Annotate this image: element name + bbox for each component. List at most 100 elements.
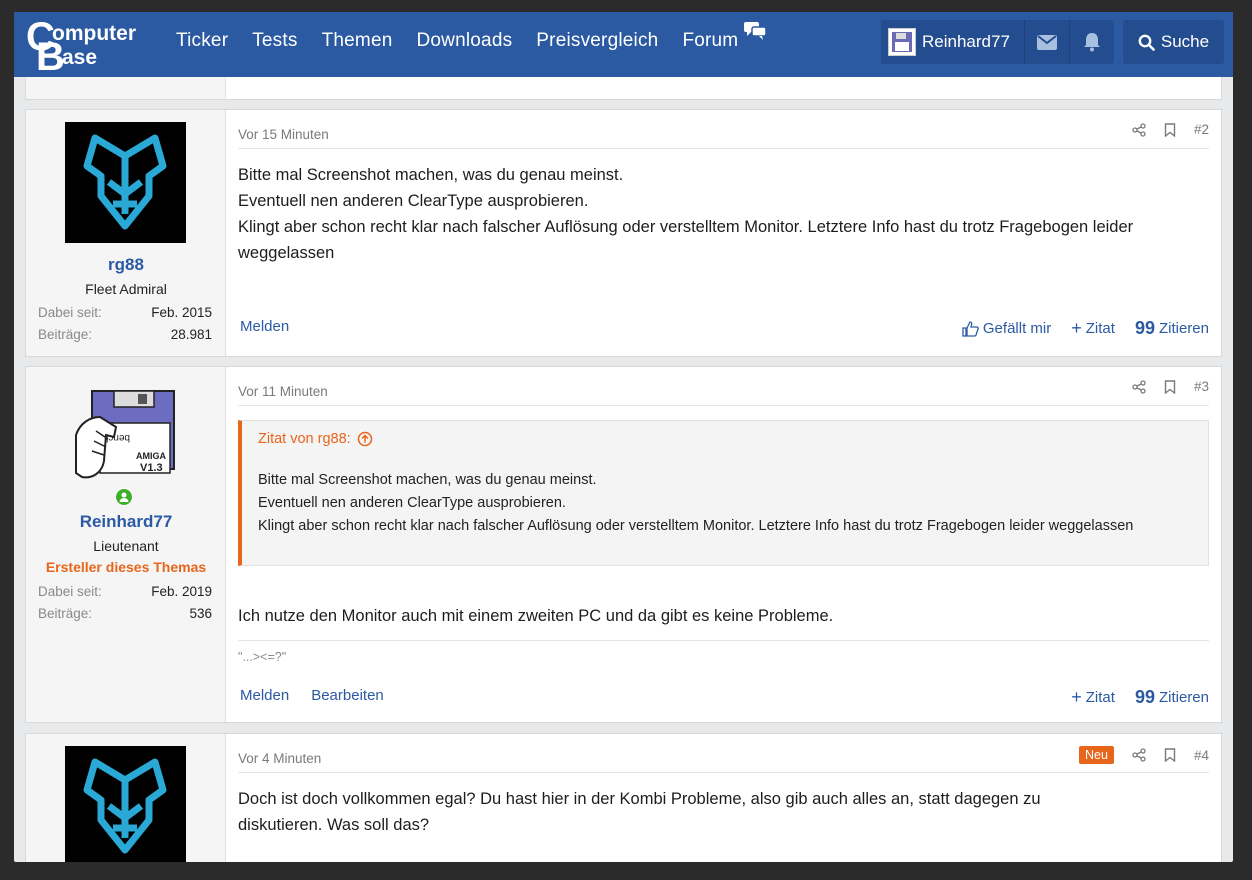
like-label: Gefällt mir xyxy=(982,320,1052,337)
share-icon[interactable] xyxy=(1132,379,1146,394)
cyan-emblem-icon xyxy=(83,758,167,854)
nav-tests[interactable]: Tests xyxy=(252,30,297,52)
stat-posts: Beiträge: 536 xyxy=(38,606,212,621)
quote-marks-icon: 99 xyxy=(1134,318,1155,338)
post-line: Klingt aber schon recht klar nach falsch… xyxy=(238,218,1134,262)
browser-viewport: C omputer B ase Ticker Tests Themen Down… xyxy=(14,12,1233,862)
post-body: Doch ist doch vollkommen egal? Du hast h… xyxy=(238,786,1207,838)
post-main: Vor 11 Minuten #3 Zitat von rg88: Bitte … xyxy=(226,367,1221,722)
stat-value: Feb. 2019 xyxy=(151,584,212,599)
like-button[interactable]: Gefällt mir xyxy=(962,320,1051,337)
reply-quote-button[interactable]: 99 Zitieren xyxy=(1135,318,1209,339)
post-line: Bitte mal Screenshot machen, was du gena… xyxy=(238,166,624,184)
quote-block: Zitat von rg88: Bitte mal Screenshot mac… xyxy=(238,420,1209,566)
bookmark-icon[interactable] xyxy=(1164,748,1176,762)
nav-downloads[interactable]: Downloads xyxy=(416,30,512,52)
bookmark-icon[interactable] xyxy=(1164,122,1176,137)
report-link[interactable]: Melden xyxy=(240,318,289,335)
quote-plus-label: Zitat xyxy=(1085,689,1115,706)
quote-line: Klingt aber schon recht klar nach falsch… xyxy=(258,518,1134,534)
search-button[interactable]: Suche xyxy=(1123,20,1224,64)
stat-label: Beiträge: xyxy=(38,606,93,621)
post-3: bench AMIGA V1.3 Reinhard77 Lieutenant E… xyxy=(25,366,1222,723)
share-icon[interactable] xyxy=(1132,122,1146,137)
reply-quote-label: Zitieren xyxy=(1158,320,1209,337)
post-2: rg88 Fleet Admiral Dabei seit: Feb. 2015… xyxy=(25,109,1222,357)
quote-plus-button[interactable]: + Zitat xyxy=(1071,318,1115,339)
inbox-button[interactable] xyxy=(1025,20,1069,64)
avatar-rg88[interactable] xyxy=(65,746,186,862)
alerts-button[interactable] xyxy=(1070,20,1114,64)
avatar-rg88[interactable] xyxy=(65,122,186,243)
reply-quote-button[interactable]: 99 Zitieren xyxy=(1135,687,1209,708)
divider xyxy=(238,405,1209,406)
post-number[interactable]: #2 xyxy=(1194,122,1209,137)
nav-themen[interactable]: Themen xyxy=(322,30,393,52)
chat-bubbles-icon xyxy=(744,22,768,40)
online-status-icon xyxy=(115,488,133,506)
post-sidebar: bench AMIGA V1.3 Reinhard77 Lieutenant E… xyxy=(26,367,226,722)
share-icon[interactable] xyxy=(1132,748,1146,762)
avatar-reinhard77[interactable]: bench AMIGA V1.3 xyxy=(74,387,176,492)
quote-line: Eventuell nen anderen ClearType ausprobi… xyxy=(258,495,566,511)
user-avatar[interactable] xyxy=(888,28,916,56)
divider xyxy=(238,148,1209,149)
post-meta-actions: #2 xyxy=(1132,122,1209,137)
stat-joined: Dabei seit: Feb. 2019 xyxy=(38,584,212,599)
post-body: Ich nutze den Monitor auch mit einem zwe… xyxy=(238,607,834,625)
post-number[interactable]: #4 xyxy=(1194,748,1209,763)
floppy-disk-icon xyxy=(892,32,912,52)
nav-ticker[interactable]: Ticker xyxy=(176,30,228,52)
post-main: Vor 4 Minuten Neu #4 Doch ist doch vollk… xyxy=(226,734,1221,862)
post-number[interactable]: #3 xyxy=(1194,379,1209,394)
svg-text:B: B xyxy=(36,35,65,74)
username[interactable]: Reinhard77 xyxy=(922,32,1010,52)
stat-posts: Beiträge: 28.981 xyxy=(38,327,212,342)
quote-body: Bitte mal Screenshot machen, was du gena… xyxy=(258,469,1172,538)
signature: "...><=?" xyxy=(238,650,287,664)
svg-text:AMIGA: AMIGA xyxy=(136,451,166,461)
svg-text:ase: ase xyxy=(62,46,97,69)
new-badge: Neu xyxy=(1079,746,1114,764)
cyan-emblem-icon xyxy=(83,134,167,230)
post-line: diskutieren. Was soll das? xyxy=(238,816,430,834)
quote-line: Bitte mal Screenshot machen, was du gena… xyxy=(258,472,597,488)
stat-value: Feb. 2015 xyxy=(151,305,212,320)
stat-label: Beiträge: xyxy=(38,327,93,342)
edit-link[interactable]: Bearbeiten xyxy=(311,687,384,704)
author-rank: Lieutenant xyxy=(93,538,159,554)
author-name[interactable]: rg88 xyxy=(26,255,226,275)
bell-icon xyxy=(1084,33,1100,52)
stat-value: 28.981 xyxy=(170,327,212,342)
signature-divider xyxy=(238,640,1209,641)
post-actions-left: Melden xyxy=(240,318,289,335)
author-name[interactable]: Reinhard77 xyxy=(26,512,226,532)
computerbase-logo[interactable]: C omputer B ase xyxy=(22,16,150,74)
post-main: Vor 15 Minuten #2 Bitte mal Screenshot m… xyxy=(226,110,1221,356)
arrow-up-circle-icon[interactable] xyxy=(357,431,373,447)
nav-preisvergleich[interactable]: Preisvergleich xyxy=(536,30,658,52)
quote-header[interactable]: Zitat von rg88: xyxy=(258,431,373,447)
post-actions-right: + Zitat 99 Zitieren xyxy=(1071,687,1209,708)
post-time[interactable]: Vor 4 Minuten xyxy=(238,751,321,766)
nav-forum-label: Forum xyxy=(682,30,739,51)
bookmark-icon[interactable] xyxy=(1164,379,1176,394)
stat-label: Dabei seit: xyxy=(38,305,102,320)
post-sidebar: rg88 Fleet Admiral Dabei seit: Feb. 2015… xyxy=(26,110,226,356)
post-4: Vor 4 Minuten Neu #4 Doch ist doch vollk… xyxy=(25,733,1222,862)
reply-quote-label: Zitieren xyxy=(1158,689,1209,706)
envelope-icon xyxy=(1037,34,1057,50)
quote-plus-button[interactable]: + Zitat xyxy=(1071,687,1115,708)
quote-plus-label: Zitat xyxy=(1085,320,1115,337)
divider xyxy=(238,772,1209,773)
report-link[interactable]: Melden xyxy=(240,687,289,704)
thread-starter-badge: Ersteller dieses Themas xyxy=(45,559,207,575)
post-actions-left: Melden Bearbeiten xyxy=(240,687,384,704)
quote-marks-icon: 99 xyxy=(1134,687,1155,707)
post-time[interactable]: Vor 15 Minuten xyxy=(238,127,329,142)
stat-joined: Dabei seit: Feb. 2015 xyxy=(38,305,212,320)
post-time[interactable]: Vor 11 Minuten xyxy=(238,384,328,399)
nav-forum[interactable]: Forum xyxy=(682,22,768,52)
post-line: Doch ist doch vollkommen egal? Du hast h… xyxy=(238,790,1041,808)
author-rank: Fleet Admiral xyxy=(85,281,167,297)
